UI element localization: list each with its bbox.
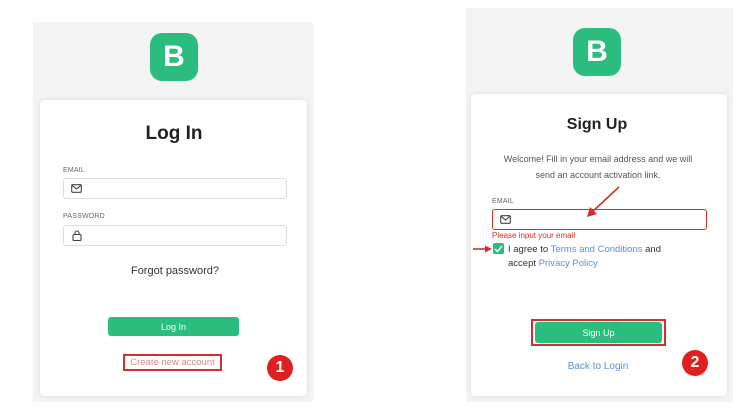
step-badge-2: 2 [682,350,708,376]
agree-checkbox[interactable] [493,243,504,254]
signup-email-label: EMAIL [492,198,515,205]
agree-line-2: accept Privacy Policy [508,257,708,271]
signup-intro-line-1: Welcome! Fill in your email address and … [503,154,693,164]
login-email-label: EMAIL [63,167,86,174]
envelope-icon [500,214,511,225]
signup-email-error: Please input your email [492,231,576,240]
agree-text: I agree to Terms and Conditions and acce… [508,243,708,271]
back-to-login-link[interactable]: Back to Login [548,361,648,372]
login-submit-button[interactable]: Log In [108,317,239,336]
agree-line-1: I agree to Terms and Conditions and [508,243,708,257]
red-arrow-icon [473,245,492,253]
logo-letter: B [586,35,608,68]
accept-prefix: accept [508,258,539,269]
red-arrow-icon [587,186,620,217]
envelope-icon [71,183,82,194]
agree-and: and [642,244,661,255]
privacy-link[interactable]: Privacy Policy [539,258,598,269]
checkmark-icon [494,245,503,253]
signup-intro: Welcome! Fill in your email address and … [478,151,718,183]
login-password-label: PASSWORD [63,213,105,220]
step-badge-1: 1 [267,355,293,381]
signup-submit-button[interactable]: Sign Up [535,322,662,343]
signup-intro-line-2: send an account activation link. [535,170,661,180]
agree-prefix: I agree to [508,244,551,255]
terms-link[interactable]: Terms and Conditions [551,244,643,255]
create-account-link[interactable]: Create new account [124,357,221,368]
login-password-input[interactable] [63,225,287,246]
lock-icon [71,230,82,241]
login-email-input[interactable] [63,178,287,199]
login-title: Log In [145,123,203,144]
logo-letter: B [163,40,185,73]
signup-title: Sign Up [566,116,628,133]
forgot-password-link[interactable]: Forgot password? [110,265,240,277]
login-logo: B [150,33,198,81]
signup-logo: B [573,28,621,76]
